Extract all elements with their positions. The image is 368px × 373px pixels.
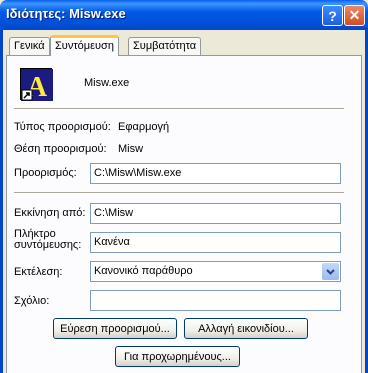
shortcut-key-field[interactable]: Κανένα (90, 232, 341, 253)
tab-shortcut[interactable]: Συντόμευση (50, 35, 119, 56)
tab-compatibility[interactable]: Συμβατότητα (128, 37, 202, 55)
target-location-label: Θέση προορισμού: (14, 143, 107, 155)
comment-label: Σχόλιο: (14, 295, 50, 307)
chevron-down-icon[interactable] (322, 263, 339, 280)
start-in-field[interactable]: C:\Misw (90, 203, 341, 224)
change-icon-label: Αλλαγή εικονιδίου... (198, 322, 294, 335)
start-in-label: Εκκίνηση από: (14, 207, 86, 219)
find-target-button[interactable]: Εύρεση προορισμού... (53, 318, 177, 339)
tab-label: Συμβατότητα (133, 40, 197, 52)
separator (14, 108, 344, 110)
shortcut-key-label: Πλήκτρο συντόμευσης: (14, 229, 81, 251)
tab-label: Συντόμευση (55, 40, 114, 52)
application-icon: A (20, 68, 53, 103)
shortcut-name: Misw.exe (84, 77, 130, 89)
tab-general[interactable]: Γενικά (9, 37, 50, 55)
window-title: Ιδιότητες: Misw.exe (6, 6, 126, 21)
target-type-value: Εφαρμογή (118, 121, 170, 133)
target-label: Προορισμός: (14, 167, 77, 179)
tab-label: Γενικά (14, 40, 45, 52)
comment-field[interactable] (90, 290, 341, 311)
app-letter-icon: A (21, 69, 53, 103)
window-frame-left (0, 30, 3, 373)
find-target-label: Εύρεση προορισμού... (60, 322, 170, 335)
title-bar: Ιδιότητες: Misw.exe ? ✕ (0, 0, 368, 30)
close-button[interactable]: ✕ (344, 5, 365, 26)
run-select[interactable]: Κανονικό παράθυρο (90, 261, 341, 282)
shortcut-key-label-line2: συντόμευσης: (14, 239, 82, 251)
advanced-label: Για προχωρημένους... (124, 350, 231, 363)
help-icon: ? (328, 7, 337, 24)
advanced-button[interactable]: Για προχωρημένους... (115, 346, 240, 367)
change-icon-button[interactable]: Αλλαγή εικονιδίου... (184, 318, 308, 339)
target-location-value: Misw (118, 143, 144, 155)
target-field[interactable]: C:\Misw\Misw.exe (90, 163, 341, 184)
target-type-label: Τύπος προορισμού: (14, 121, 111, 133)
help-button[interactable]: ? (322, 5, 343, 26)
close-icon: ✕ (348, 7, 361, 23)
run-label: Εκτέλεση: (14, 266, 63, 278)
separator (14, 192, 344, 194)
run-select-value: Κανονικό παράθυρο (94, 265, 193, 277)
